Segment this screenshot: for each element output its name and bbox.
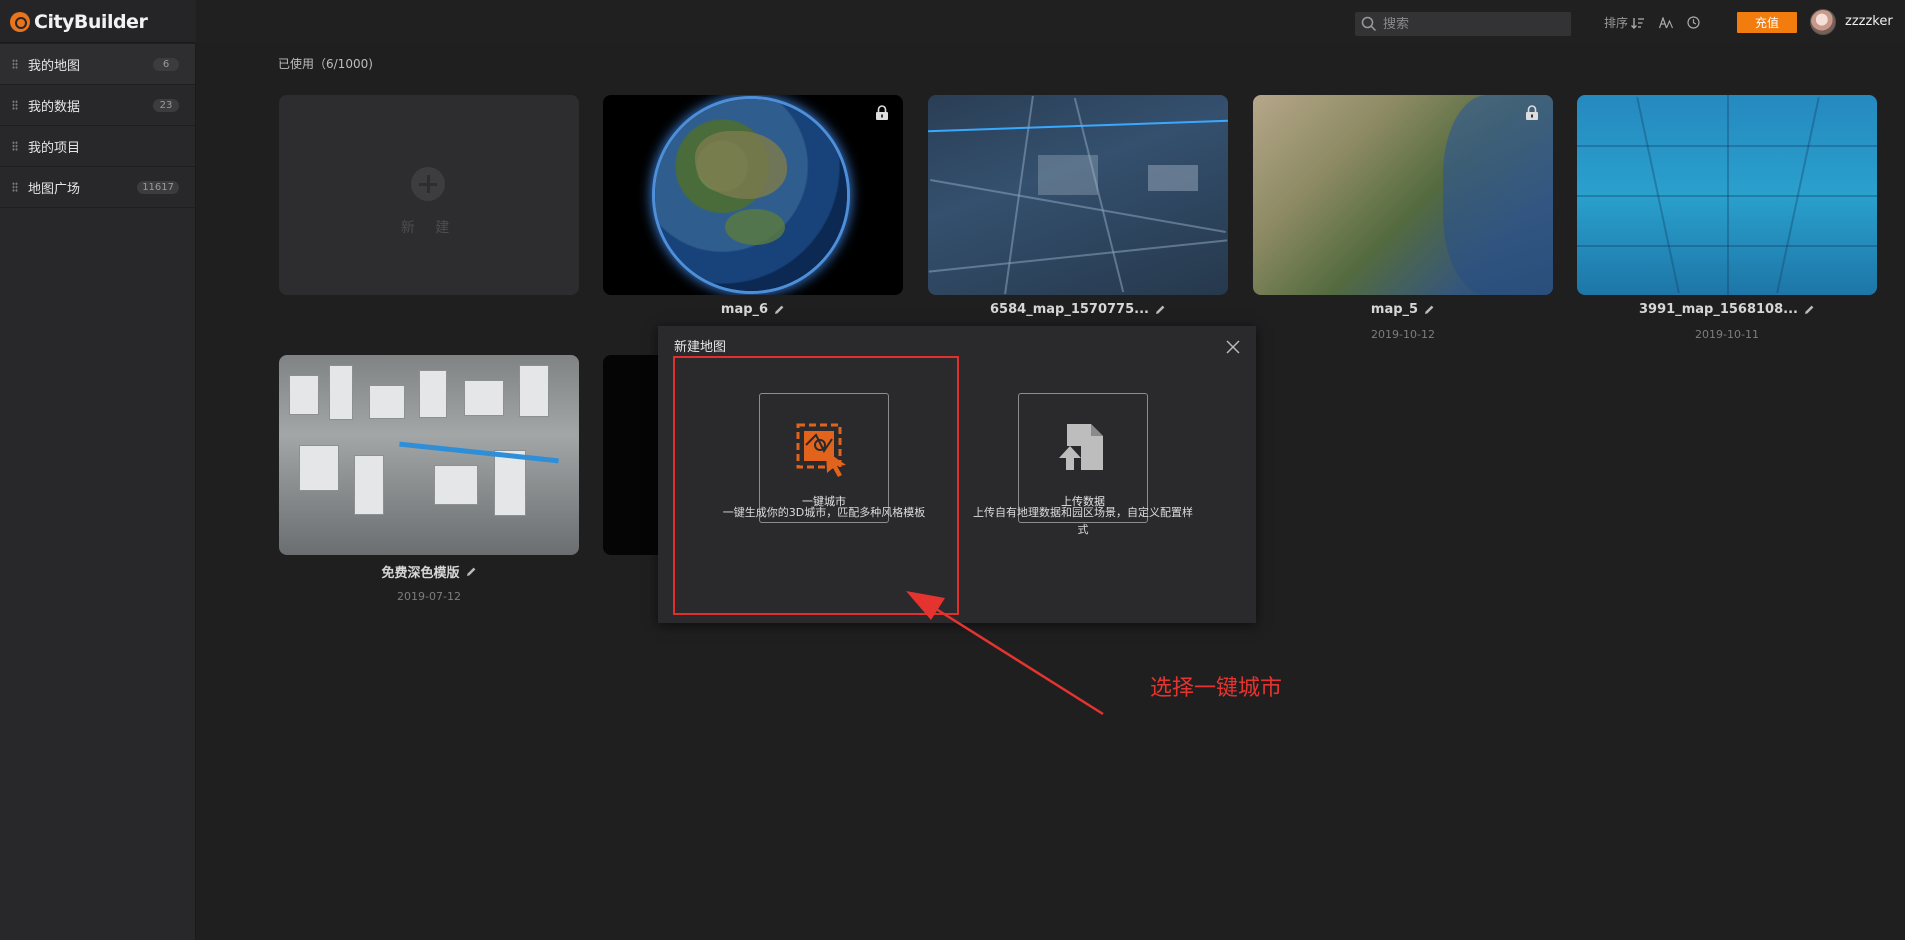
pencil-icon[interactable] <box>466 566 477 577</box>
grid-line <box>1727 95 1729 295</box>
search-input[interactable] <box>1383 16 1563 32</box>
route-line <box>928 119 1228 133</box>
username[interactable]: zzzzker <box>1845 14 1893 29</box>
new-map-dialog: 新建地图 一键城市 一键生成你的3D城市，匹配多种风格模板 上传数据 上传自有地… <box>658 326 1256 623</box>
road-line <box>1073 97 1125 293</box>
font-size-button[interactable] <box>1659 16 1674 29</box>
sidebar-item-map-plaza[interactable]: 地图广场 11617 <box>0 167 195 208</box>
pencil-icon[interactable] <box>1424 304 1435 315</box>
sidebar-item-label: 我的地图 <box>28 58 81 74</box>
count-badge: 11617 <box>137 181 179 194</box>
building-block <box>519 365 549 417</box>
sidebar: 我的地图 6 我的数据 23 我的项目 地图广场 11617 <box>0 44 196 940</box>
building-block <box>299 445 339 491</box>
map-card-title[interactable]: 6584_map_1570775... <box>928 302 1228 317</box>
recharge-button[interactable]: 充值 <box>1737 12 1797 33</box>
map-card-date: 2019-10-11 <box>1695 328 1759 341</box>
sort-button[interactable]: 排序 <box>1604 14 1645 31</box>
upload-file-icon <box>1059 424 1103 472</box>
map-title-text: 免费深色模版 <box>381 566 460 581</box>
map-card-thumbnail[interactable] <box>1253 95 1553 295</box>
map-card-title[interactable]: map_5 <box>1253 302 1553 317</box>
building-block <box>494 450 526 516</box>
annotation-text: 选择一键城市 <box>1150 676 1283 701</box>
map-card-date: 2019-07-12 <box>397 590 461 603</box>
option-description: 一键生成你的3D城市，匹配多种风格模板 <box>722 506 926 519</box>
building-block <box>289 375 319 415</box>
building-block <box>1148 165 1198 191</box>
search-box[interactable] <box>1355 12 1571 36</box>
map-title-text: 6584_map_1570775... <box>990 302 1149 317</box>
map-card-date: 2019-10-12 <box>1371 328 1435 341</box>
new-label: 新 建 <box>400 220 458 236</box>
close-icon[interactable] <box>1226 340 1240 354</box>
map-card-thumbnail[interactable] <box>603 95 903 295</box>
map-card-thumbnail[interactable] <box>928 95 1228 295</box>
city-select-icon <box>796 423 846 477</box>
road-line <box>928 239 1228 273</box>
drag-handle-icon <box>12 100 18 110</box>
map-card-title[interactable]: 3991_map_1568108... <box>1577 302 1877 317</box>
dialog-title: 新建地图 <box>674 340 727 355</box>
logo-text: CityBuilder <box>34 11 148 33</box>
map-card-title[interactable]: 免费深色模版 <box>279 562 579 581</box>
top-bar: CityBuilder 排序 <box>0 0 1905 43</box>
globe-thumbnail <box>655 99 847 291</box>
map-card-thumbnail[interactable] <box>1577 95 1877 295</box>
building-block <box>1038 155 1098 195</box>
building-block <box>434 465 478 505</box>
usage-text: 已使用（6/1000) <box>278 57 373 71</box>
drag-handle-icon <box>12 59 18 69</box>
plus-icon <box>411 167 445 201</box>
new-map-card[interactable]: 新 建 <box>279 95 579 295</box>
count-badge: 23 <box>153 99 179 112</box>
count-badge: 6 <box>153 58 179 71</box>
history-button[interactable] <box>1687 16 1700 29</box>
sort-icon <box>1631 17 1645 29</box>
sidebar-item-label: 我的项目 <box>28 140 81 156</box>
sidebar-item-my-maps[interactable]: 我的地图 6 <box>0 44 195 85</box>
option-description: 上传自有地理数据和园区场景，自定义配置样式 <box>973 506 1193 536</box>
continent-shape <box>695 131 787 199</box>
sidebar-item-label: 我的数据 <box>28 99 81 115</box>
logo[interactable]: CityBuilder <box>10 10 148 34</box>
lock-icon <box>876 105 888 120</box>
logo-icon <box>10 12 30 32</box>
building-block <box>369 385 405 419</box>
sidebar-item-my-projects[interactable]: 我的项目 <box>0 126 195 167</box>
continent-shape <box>725 209 785 245</box>
pencil-icon[interactable] <box>1804 304 1815 315</box>
sort-label: 排序 <box>1604 16 1629 30</box>
building-block <box>354 455 384 515</box>
pencil-icon[interactable] <box>1155 304 1166 315</box>
building-block <box>464 380 504 416</box>
map-title-text: 3991_map_1568108... <box>1639 302 1798 317</box>
lock-icon <box>1526 105 1538 120</box>
avatar[interactable] <box>1810 9 1836 35</box>
search-icon <box>1361 16 1377 32</box>
drag-handle-icon <box>12 141 18 151</box>
map-card-title[interactable]: map_6 <box>603 302 903 317</box>
clock-icon <box>1687 16 1700 29</box>
building-block <box>419 370 447 418</box>
font-size-icon <box>1659 16 1674 28</box>
toolbar: 排序 <box>1604 14 1700 31</box>
sidebar-item-my-data[interactable]: 我的数据 23 <box>0 85 195 126</box>
map-title-text: map_6 <box>720 302 769 317</box>
building-block <box>329 365 353 420</box>
map-title-text: map_5 <box>1370 302 1419 317</box>
map-card-thumbnail[interactable] <box>279 355 579 555</box>
drag-handle-icon <box>12 182 18 192</box>
sea-area <box>1443 95 1553 295</box>
pencil-icon[interactable] <box>774 304 785 315</box>
sidebar-item-label: 地图广场 <box>28 181 81 197</box>
river-line <box>399 441 559 464</box>
